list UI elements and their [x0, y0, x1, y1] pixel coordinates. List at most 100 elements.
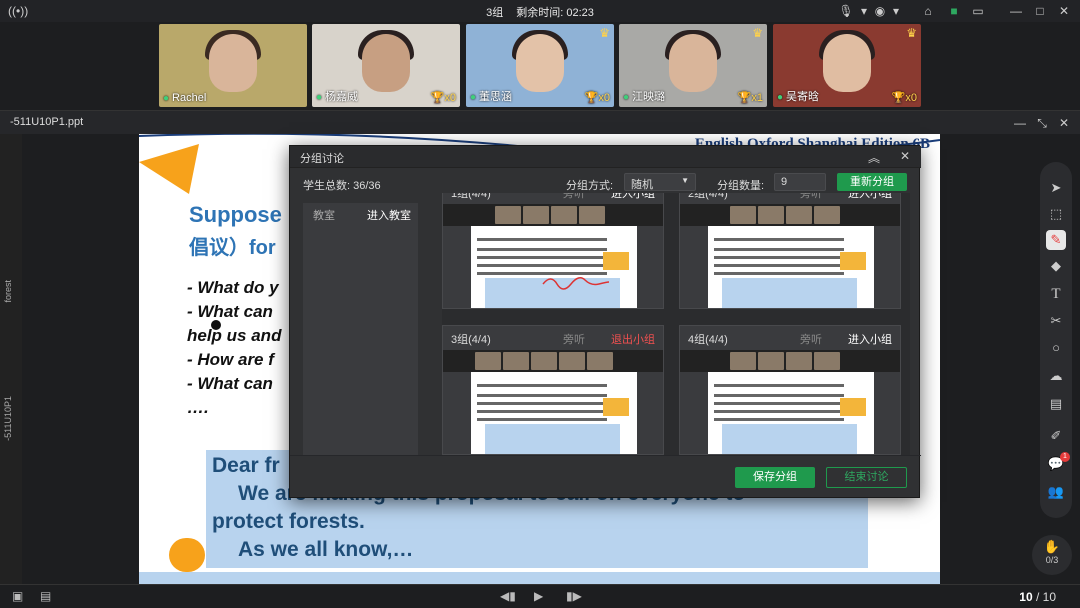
dialog-titlebar [290, 146, 921, 168]
record-icon[interactable]: ■ [946, 3, 962, 19]
eraser-icon[interactable]: ◆ [1046, 256, 1066, 276]
select-area-icon[interactable]: ⬚ [1046, 204, 1066, 224]
minimize-icon[interactable]: — [1008, 3, 1024, 19]
join-group-button[interactable]: 进入小组 [611, 193, 655, 201]
file-bar: -511U10P1.ppt — ⤡ ✕ [0, 110, 1080, 134]
right-toolbar: ➤ ⬚ ✎ ◆ T ✂ ○ ☁ ▤ ✐ 💬 1 👥 [1040, 162, 1072, 518]
maximize-icon[interactable]: □ [1032, 3, 1048, 19]
proposal-line: protect forests. [212, 510, 365, 533]
microphone-icon: ● [470, 92, 477, 103]
proposal-line: As we all know,… [238, 538, 414, 561]
session-info: 3组 剩余时间: 02:23 [0, 4, 1080, 20]
crown-icon: ♛ [906, 26, 917, 40]
speaker-icon[interactable]: ◉ [872, 3, 888, 19]
group-card: 4组(4/4) 旁听 进入小组 [679, 325, 901, 455]
group-count-input[interactable]: 9 [774, 173, 826, 191]
time-remaining: 剩余时间: 02:23 [516, 7, 594, 19]
hand-count: 0/3 [1045, 555, 1059, 565]
join-group-button[interactable]: 进入小组 [848, 331, 892, 347]
microphone-icon: ● [623, 92, 630, 103]
group-card: 2组(4/4) 旁听 进入小组 [679, 193, 901, 309]
prev-slide-icon[interactable]: ◀▮ [500, 589, 516, 603]
play-icon[interactable]: ▶ [534, 589, 543, 603]
slide-question: …. [187, 398, 209, 417]
student-total: 学生总数: 36/36 [303, 180, 381, 192]
listen-button[interactable]: 旁听 [563, 193, 585, 201]
group-count-label: 分组数量: [717, 180, 765, 192]
users-icon[interactable]: 👥 [1046, 482, 1066, 502]
next-slide-icon[interactable]: ▮▶ [566, 589, 582, 603]
chevron-down-icon[interactable]: ▾ [856, 3, 872, 19]
collapse-icon[interactable]: ︽ [868, 149, 880, 166]
chevron-down-icon: ▼ [681, 176, 689, 185]
group-slide-preview [708, 226, 874, 308]
window-icon[interactable]: ▭ [970, 3, 986, 19]
notification-badge: 1 [1060, 452, 1070, 462]
participant-name: 杨嘉威 [325, 91, 359, 103]
cursor-icon[interactable]: ➤ [1046, 178, 1066, 198]
proposal-line: Dear fr [212, 454, 280, 477]
regroup-button[interactable]: 重新分组 [837, 173, 907, 191]
scissors-icon[interactable]: ✂ [1046, 311, 1066, 331]
exit-group-button[interactable]: 退出小组 [611, 331, 655, 347]
slide-question: - What can [187, 374, 273, 393]
close-icon[interactable]: ✕ [900, 149, 910, 163]
group-method-value: 随机 [631, 179, 653, 191]
group-card: 1组(4/4) 旁听 进入小组 [442, 193, 664, 309]
dialog-title: 分组讨论 [300, 153, 344, 165]
close-icon[interactable]: ✕ [1056, 115, 1072, 131]
group-title: 4组(4/4) [688, 334, 728, 346]
join-group-button[interactable]: 进入小组 [848, 193, 892, 201]
chevron-down-icon[interactable]: ▾ [888, 3, 904, 19]
video-tile[interactable]: ● 杨嘉威 🏆x0 [312, 24, 460, 107]
microphone-icon[interactable]: 🎙 [838, 3, 854, 19]
page-current: 10 [1019, 590, 1033, 604]
top-bar: ((•)) 3组 剩余时间: 02:23 🎙 ▾ ◉ ▾ ⌂ ■ ▭ — □ ✕ [0, 0, 1080, 22]
crown-icon: ♛ [599, 26, 610, 40]
group-label: 3组 [486, 7, 504, 19]
crown-icon: ♛ [752, 26, 763, 40]
video-strip: ● Rachel ● 杨嘉威 🏆x0 ♛ ● 董思涵 🏆x0 ♛ ● 江映璐 🏆x1 ♛… [0, 22, 1080, 110]
cloud-icon[interactable]: ☁ [1046, 366, 1066, 386]
layout-icon[interactable]: ▣ [12, 589, 23, 603]
raise-hand-button[interactable]: ✋ 0/3 [1032, 535, 1072, 575]
video-tile[interactable]: ♛ ● 江映璐 🏆x1 [619, 24, 767, 107]
group-card: 3组(4/4) 旁听 退出小组 [442, 325, 664, 455]
group-video-thumbs [680, 350, 900, 372]
slide-question: help us and [187, 326, 282, 345]
listen-button[interactable]: 旁听 [800, 331, 822, 347]
video-tile[interactable]: ● Rachel [159, 24, 307, 107]
video-tile[interactable]: ♛ ● 董思涵 🏆x0 [466, 24, 614, 107]
group-discussion-dialog: 分组讨论 ︽ ✕ 学生总数: 36/36 分组方式: 随机 ▼ 分组数量: 9 … [289, 145, 921, 498]
network-icon[interactable]: ⌂ [920, 3, 936, 19]
group-method-label: 分组方式: [566, 180, 614, 192]
group-slide-preview [708, 372, 874, 454]
participant-name: 董思涵 [479, 91, 513, 103]
trophy-count: 🏆x0 [584, 92, 610, 104]
listen-button[interactable]: 旁听 [563, 331, 585, 347]
trophy-icon: 🏆 [584, 92, 599, 104]
tab-classroom[interactable]: 教室 [313, 207, 335, 223]
minimize-icon[interactable]: — [1012, 115, 1028, 131]
group-slide-preview [471, 226, 637, 308]
bottom-bar: ▣ ▤ ◀▮ ▶ ▮▶ 10 / 10 [0, 584, 1080, 608]
edit-icon[interactable]: ✐ [1046, 426, 1066, 446]
video-tile[interactable]: ♛ ● 吴寄晗 🏆x0 [773, 24, 921, 107]
enter-classroom-button[interactable]: 进入教室 [367, 207, 411, 223]
group-method-select[interactable]: 随机 ▼ [624, 173, 696, 191]
sidebar-label-deck: -511U10P1 [3, 396, 13, 441]
end-discussion-button[interactable]: 结束讨论 [826, 467, 907, 488]
shape-icon[interactable]: ○ [1046, 338, 1066, 358]
listen-button[interactable]: 旁听 [800, 193, 822, 201]
toolbox-icon[interactable]: ▤ [1046, 394, 1066, 414]
shrink-icon[interactable]: ⤡ [1034, 115, 1050, 131]
save-groups-button[interactable]: 保存分组 [735, 467, 815, 488]
close-icon[interactable]: ✕ [1056, 3, 1072, 19]
notes-icon[interactable]: ▤ [40, 589, 51, 603]
handwriting-annotation [542, 277, 610, 290]
microphone-icon: ● [777, 92, 784, 103]
text-icon[interactable]: T [1046, 284, 1066, 304]
trophy-icon: 🏆 [891, 92, 906, 104]
left-sidebar: forest -511U10P1 [0, 134, 22, 584]
pen-icon[interactable]: ✎ [1046, 230, 1066, 250]
